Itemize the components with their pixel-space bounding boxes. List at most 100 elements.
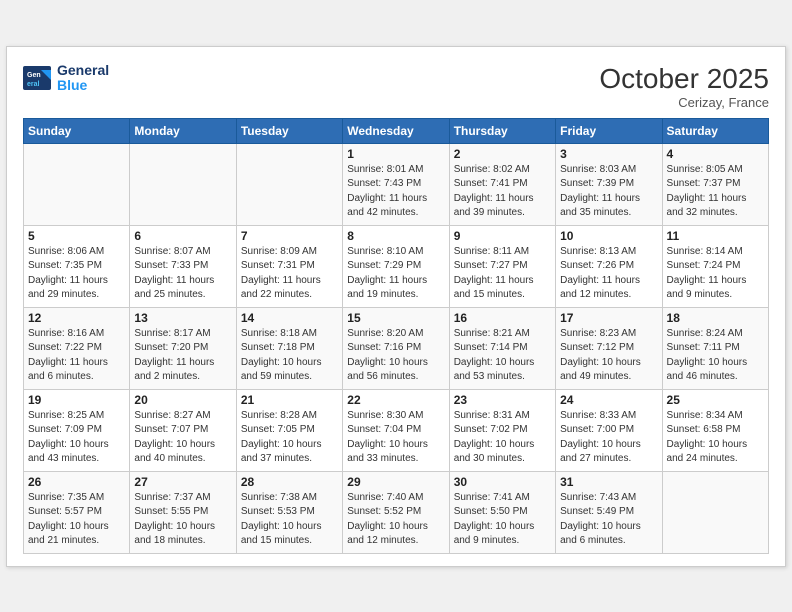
day-info: Sunrise: 7:37 AM Sunset: 5:55 PM Dayligh… bbox=[134, 491, 231, 549]
day-info: Sunrise: 8:28 AM Sunset: 7:05 PM Dayligh… bbox=[241, 409, 338, 467]
calendar-container: Gen eral General Blue October 2025 Ceriz… bbox=[6, 46, 786, 567]
day-number: 29 bbox=[347, 475, 444, 489]
logo-icon: Gen eral bbox=[23, 66, 53, 90]
day-number: 12 bbox=[28, 311, 125, 325]
day-number: 27 bbox=[134, 475, 231, 489]
calendar-cell: 13 Sunrise: 8:17 AM Sunset: 7:20 PM Dayli… bbox=[130, 307, 236, 389]
day-number: 24 bbox=[560, 393, 657, 407]
week-row-4: 19Sunrise: 8:25 AM Sunset: 7:09 PM Dayli… bbox=[24, 389, 769, 471]
day-info: Sunrise: 8:05 AM Sunset: 7:37 PM Dayligh… bbox=[667, 163, 764, 221]
calendar-cell: 10Sunrise: 8:13 AM Sunset: 7:26 PM Dayli… bbox=[556, 225, 662, 307]
day-number: 9 bbox=[454, 229, 551, 243]
calendar-table: SundayMondayTuesdayWednesdayThursdayFrid… bbox=[23, 118, 769, 554]
calendar-cell: 9 Sunrise: 8:11 AM Sunset: 7:27 PM Daylig… bbox=[449, 225, 555, 307]
calendar-cell: 4 Sunrise: 8:05 AM Sunset: 7:37 PM Daylig… bbox=[662, 143, 768, 225]
calendar-cell: 7 Sunrise: 8:09 AM Sunset: 7:31 PM Daylig… bbox=[236, 225, 342, 307]
logo: Gen eral General Blue bbox=[23, 63, 109, 94]
day-number: 4 bbox=[667, 147, 764, 161]
day-number: 1 bbox=[347, 147, 444, 161]
day-number: 25 bbox=[667, 393, 764, 407]
day-info: Sunrise: 8:34 AM Sunset: 6:58 PM Dayligh… bbox=[667, 409, 764, 467]
calendar-cell: 19Sunrise: 8:25 AM Sunset: 7:09 PM Dayli… bbox=[24, 389, 130, 471]
day-number: 28 bbox=[241, 475, 338, 489]
day-number: 5 bbox=[28, 229, 125, 243]
calendar-cell: 27 Sunrise: 7:37 AM Sunset: 5:55 PM Dayli… bbox=[130, 471, 236, 553]
week-row-1: 1 Sunrise: 8:01 AM Sunset: 7:43 PM Daylig… bbox=[24, 143, 769, 225]
day-info: Sunrise: 8:17 AM Sunset: 7:20 PM Dayligh… bbox=[134, 327, 231, 385]
day-header-tuesday: Tuesday bbox=[236, 118, 342, 143]
calendar-cell: 11 Sunrise: 8:14 AM Sunset: 7:24 PM Dayli… bbox=[662, 225, 768, 307]
calendar-cell: 14Sunrise: 8:18 AM Sunset: 7:18 PM Dayli… bbox=[236, 307, 342, 389]
day-info: Sunrise: 8:03 AM Sunset: 7:39 PM Dayligh… bbox=[560, 163, 657, 221]
day-info: Sunrise: 8:24 AM Sunset: 7:11 PM Dayligh… bbox=[667, 327, 764, 385]
calendar-cell: 16 Sunrise: 8:21 AM Sunset: 7:14 PM Dayli… bbox=[449, 307, 555, 389]
calendar-cell: 31 Sunrise: 7:43 AM Sunset: 5:49 PM Dayli… bbox=[556, 471, 662, 553]
day-info: Sunrise: 8:31 AM Sunset: 7:02 PM Dayligh… bbox=[454, 409, 551, 467]
day-info: Sunrise: 7:38 AM Sunset: 5:53 PM Dayligh… bbox=[241, 491, 338, 549]
day-number: 23 bbox=[454, 393, 551, 407]
day-info: Sunrise: 8:16 AM Sunset: 7:22 PM Dayligh… bbox=[28, 327, 125, 385]
day-info: Sunrise: 8:23 AM Sunset: 7:12 PM Dayligh… bbox=[560, 327, 657, 385]
calendar-cell: 21 Sunrise: 8:28 AM Sunset: 7:05 PM Dayli… bbox=[236, 389, 342, 471]
calendar-cell bbox=[24, 143, 130, 225]
day-info: Sunrise: 8:07 AM Sunset: 7:33 PM Dayligh… bbox=[134, 245, 231, 303]
day-info: Sunrise: 8:33 AM Sunset: 7:00 PM Dayligh… bbox=[560, 409, 657, 467]
day-info: Sunrise: 8:25 AM Sunset: 7:09 PM Dayligh… bbox=[28, 409, 125, 467]
day-number: 16 bbox=[454, 311, 551, 325]
day-number: 14 bbox=[241, 311, 338, 325]
day-info: Sunrise: 8:21 AM Sunset: 7:14 PM Dayligh… bbox=[454, 327, 551, 385]
calendar-cell: 1 Sunrise: 8:01 AM Sunset: 7:43 PM Daylig… bbox=[343, 143, 449, 225]
calendar-cell: 3 Sunrise: 8:03 AM Sunset: 7:39 PM Daylig… bbox=[556, 143, 662, 225]
day-number: 13 bbox=[134, 311, 231, 325]
calendar-cell: 23 Sunrise: 8:31 AM Sunset: 7:02 PM Dayli… bbox=[449, 389, 555, 471]
day-number: 8 bbox=[347, 229, 444, 243]
calendar-header: Gen eral General Blue October 2025 Ceriz… bbox=[23, 63, 769, 110]
day-header-thursday: Thursday bbox=[449, 118, 555, 143]
day-info: Sunrise: 8:09 AM Sunset: 7:31 PM Dayligh… bbox=[241, 245, 338, 303]
svg-text:Gen: Gen bbox=[27, 72, 41, 79]
day-number: 7 bbox=[241, 229, 338, 243]
day-header-sunday: Sunday bbox=[24, 118, 130, 143]
calendar-cell bbox=[130, 143, 236, 225]
day-info: Sunrise: 8:06 AM Sunset: 7:35 PM Dayligh… bbox=[28, 245, 125, 303]
calendar-cell: 8 Sunrise: 8:10 AM Sunset: 7:29 PM Daylig… bbox=[343, 225, 449, 307]
day-info: Sunrise: 8:20 AM Sunset: 7:16 PM Dayligh… bbox=[347, 327, 444, 385]
day-number: 18 bbox=[667, 311, 764, 325]
day-number: 31 bbox=[560, 475, 657, 489]
day-number: 30 bbox=[454, 475, 551, 489]
day-number: 26 bbox=[28, 475, 125, 489]
calendar-cell: 2 Sunrise: 8:02 AM Sunset: 7:41 PM Daylig… bbox=[449, 143, 555, 225]
calendar-cell: 28 Sunrise: 7:38 AM Sunset: 5:53 PM Dayli… bbox=[236, 471, 342, 553]
day-header-saturday: Saturday bbox=[662, 118, 768, 143]
calendar-cell: 5 Sunrise: 8:06 AM Sunset: 7:35 PM Daylig… bbox=[24, 225, 130, 307]
svg-text:eral: eral bbox=[27, 81, 40, 88]
calendar-cell: 18 Sunrise: 8:24 AM Sunset: 7:11 PM Dayli… bbox=[662, 307, 768, 389]
day-info: Sunrise: 8:02 AM Sunset: 7:41 PM Dayligh… bbox=[454, 163, 551, 221]
day-header-wednesday: Wednesday bbox=[343, 118, 449, 143]
day-info: Sunrise: 8:11 AM Sunset: 7:27 PM Dayligh… bbox=[454, 245, 551, 303]
day-number: 17 bbox=[560, 311, 657, 325]
day-number: 3 bbox=[560, 147, 657, 161]
day-info: Sunrise: 8:30 AM Sunset: 7:04 PM Dayligh… bbox=[347, 409, 444, 467]
logo-text: General Blue bbox=[57, 63, 109, 94]
month-title: October 2025 bbox=[599, 63, 769, 95]
calendar-body: 1 Sunrise: 8:01 AM Sunset: 7:43 PM Daylig… bbox=[24, 143, 769, 553]
day-number: 2 bbox=[454, 147, 551, 161]
calendar-cell: 24 Sunrise: 8:33 AM Sunset: 7:00 PM Dayli… bbox=[556, 389, 662, 471]
day-info: Sunrise: 8:10 AM Sunset: 7:29 PM Dayligh… bbox=[347, 245, 444, 303]
location: Cerizay, France bbox=[599, 95, 769, 110]
day-info: Sunrise: 7:35 AM Sunset: 5:57 PM Dayligh… bbox=[28, 491, 125, 549]
day-header-monday: Monday bbox=[130, 118, 236, 143]
day-info: Sunrise: 7:43 AM Sunset: 5:49 PM Dayligh… bbox=[560, 491, 657, 549]
week-row-2: 5 Sunrise: 8:06 AM Sunset: 7:35 PM Daylig… bbox=[24, 225, 769, 307]
days-header-row: SundayMondayTuesdayWednesdayThursdayFrid… bbox=[24, 118, 769, 143]
day-info: Sunrise: 8:14 AM Sunset: 7:24 PM Dayligh… bbox=[667, 245, 764, 303]
calendar-cell: 15Sunrise: 8:20 AM Sunset: 7:16 PM Dayli… bbox=[343, 307, 449, 389]
day-info: Sunrise: 8:27 AM Sunset: 7:07 PM Dayligh… bbox=[134, 409, 231, 467]
day-info: Sunrise: 8:01 AM Sunset: 7:43 PM Dayligh… bbox=[347, 163, 444, 221]
calendar-cell: 17 Sunrise: 8:23 AM Sunset: 7:12 PM Dayli… bbox=[556, 307, 662, 389]
day-number: 11 bbox=[667, 229, 764, 243]
calendar-cell: 20Sunrise: 8:27 AM Sunset: 7:07 PM Dayli… bbox=[130, 389, 236, 471]
day-number: 21 bbox=[241, 393, 338, 407]
calendar-cell bbox=[236, 143, 342, 225]
